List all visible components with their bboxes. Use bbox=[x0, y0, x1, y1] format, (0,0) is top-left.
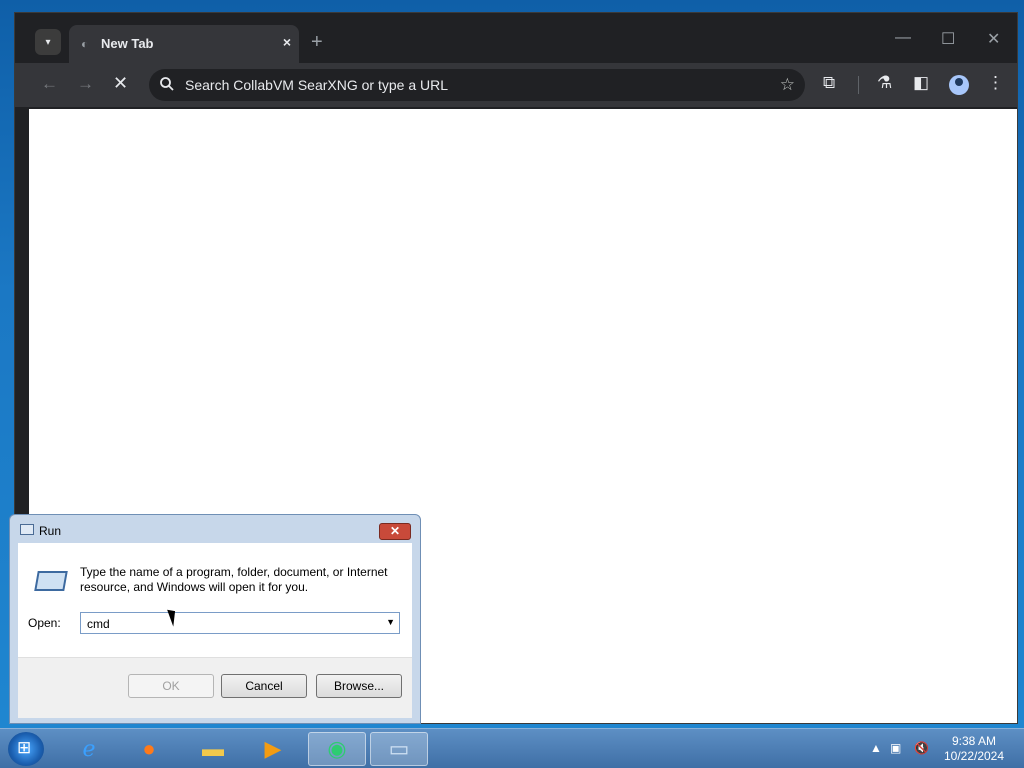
run-body: Type the name of a program, folder, docu… bbox=[18, 543, 412, 718]
open-combobox[interactable]: cmd ▼ bbox=[80, 612, 400, 634]
browse-button[interactable]: Browse... bbox=[316, 674, 402, 698]
new-tab-button[interactable]: + bbox=[311, 31, 323, 54]
back-button[interactable]: ← bbox=[41, 74, 58, 94]
maximize-button[interactable]: ☐ bbox=[941, 29, 955, 49]
open-input-value[interactable]: cmd bbox=[87, 617, 110, 631]
run-close-button[interactable]: ✕ bbox=[379, 523, 411, 540]
taskbar: ℯ ● ▬ ▶ ◉ ▭ ▲ ▣ 🔇 9:38 AM 10/22/2024 bbox=[0, 728, 1024, 768]
open-label: Open: bbox=[28, 616, 61, 630]
clock-date: 10/22/2024 bbox=[943, 749, 1005, 763]
collabvm-browser-icon[interactable]: ◉ bbox=[308, 732, 366, 766]
extensions-icon[interactable]: ⧉ bbox=[823, 73, 835, 93]
taskbar-clock[interactable]: 9:38 AM 10/22/2024 bbox=[938, 734, 1010, 764]
tab-title: New Tab bbox=[101, 36, 154, 51]
run-taskbar-icon[interactable]: ▭ bbox=[370, 732, 428, 766]
address-bar-placeholder: Search CollabVM SearXNG or type a URL bbox=[185, 77, 448, 93]
media-player-icon[interactable]: ▶ bbox=[244, 732, 302, 766]
tab-close-icon[interactable]: × bbox=[283, 34, 291, 50]
run-titlebar[interactable]: Run ✕ bbox=[10, 515, 420, 543]
tab-search-button[interactable]: ▾ bbox=[35, 29, 61, 55]
internet-explorer-icon[interactable]: ℯ bbox=[60, 732, 118, 766]
run-program-icon bbox=[34, 571, 68, 591]
clock-time: 9:38 AM bbox=[951, 734, 997, 748]
profile-avatar[interactable] bbox=[949, 75, 969, 95]
run-window-icon bbox=[20, 524, 34, 535]
toolbar-separator bbox=[858, 76, 859, 94]
firefox-icon[interactable]: ● bbox=[120, 732, 178, 766]
run-title: Run bbox=[39, 524, 62, 538]
stop-loading-button[interactable]: ✕ bbox=[113, 73, 128, 94]
labs-flask-icon[interactable]: ⚗ bbox=[877, 73, 892, 93]
close-window-button[interactable]: ✕ bbox=[987, 29, 1000, 49]
search-icon bbox=[160, 77, 174, 91]
start-button[interactable] bbox=[8, 732, 44, 766]
tab-favicon-icon: ◐ bbox=[81, 37, 89, 51]
bookmark-star-icon[interactable]: ☆ bbox=[780, 75, 795, 95]
side-panel-icon[interactable]: ◧ bbox=[913, 73, 929, 93]
browser-toolbar: ← → ✕ Search CollabVM SearXNG or type a … bbox=[15, 63, 1017, 107]
cancel-button[interactable]: Cancel bbox=[221, 674, 307, 698]
minimize-button[interactable]: — bbox=[895, 29, 911, 47]
network-icon[interactable]: ▣ bbox=[890, 741, 901, 755]
tab-strip: ▾ ◐ New Tab × + — ☐ ✕ bbox=[15, 13, 1017, 63]
file-explorer-icon[interactable]: ▬ bbox=[184, 732, 242, 766]
tab-new-tab[interactable]: ◐ New Tab × bbox=[69, 25, 299, 63]
dropdown-arrow-icon[interactable]: ▼ bbox=[386, 617, 395, 627]
menu-icon[interactable]: ⋮ bbox=[987, 73, 1004, 93]
forward-button[interactable]: → bbox=[77, 74, 94, 94]
address-bar[interactable]: Search CollabVM SearXNG or type a URL ☆ bbox=[149, 69, 805, 101]
show-hidden-icons-icon[interactable]: ▲ bbox=[870, 741, 882, 755]
ok-button[interactable]: OK bbox=[128, 674, 214, 698]
run-dialog: Run ✕ Type the name of a program, folder… bbox=[9, 514, 421, 724]
run-description: Type the name of a program, folder, docu… bbox=[80, 565, 388, 594]
volume-muted-icon[interactable]: 🔇 bbox=[914, 741, 929, 755]
